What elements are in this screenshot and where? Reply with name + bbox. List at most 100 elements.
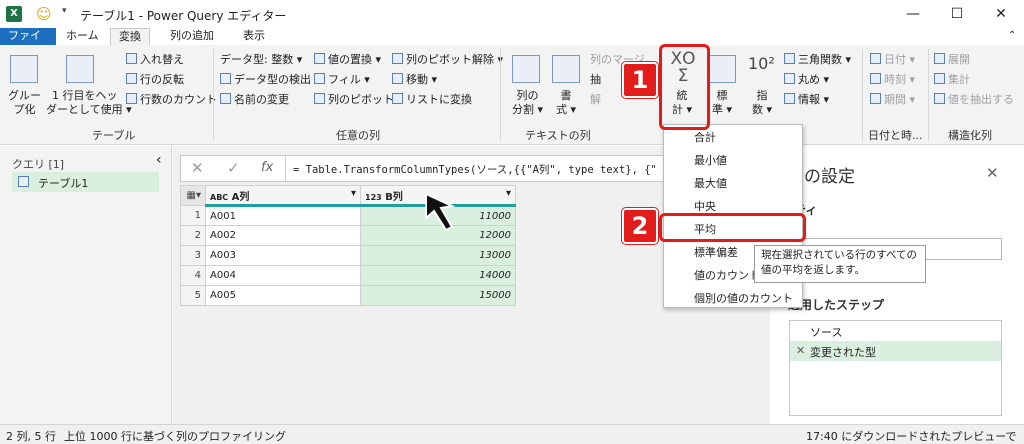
group-label-any-column: 任意の列 <box>336 129 380 142</box>
step-badge-2: 2 <box>622 208 658 244</box>
time-button[interactable]: 時刻 ▾ <box>870 73 915 87</box>
standard-button[interactable]: 標 準 ▾ <box>712 89 732 117</box>
replace-values-button[interactable]: 値の置換 ▾ <box>314 53 381 67</box>
status-profiling[interactable]: 上位 1000 行に基づく列のプロファイリング <box>64 428 286 444</box>
table-row[interactable]: 2 A002 12000 <box>180 225 516 246</box>
format-button[interactable]: 書 式 ▾ <box>556 89 576 117</box>
cell-a[interactable]: A004 <box>205 265 361 286</box>
reverse-rows-icon <box>126 73 137 84</box>
rename-button[interactable]: 名前の変更 <box>220 93 289 107</box>
date-button[interactable]: 日付 ▾ <box>870 53 915 67</box>
queries-panel: クエリ [1] ‹ テーブル1 <box>0 146 172 424</box>
ribbon-separator <box>862 49 863 141</box>
group-label-text-column: テキストの列 <box>525 129 591 142</box>
delete-step-icon[interactable]: ✕ <box>796 344 805 357</box>
fill-button[interactable]: フィル ▾ <box>314 73 370 87</box>
expand-icon <box>934 53 945 64</box>
unpivot-button[interactable]: 列のピボット解除 ▾ <box>392 53 503 67</box>
info-button[interactable]: 情報 ▾ <box>784 93 829 107</box>
detect-type-icon <box>220 73 231 84</box>
cell-b[interactable]: 14000 <box>360 265 516 286</box>
menu-item-min[interactable]: 最小値 <box>694 152 727 168</box>
trig-icon <box>784 53 795 64</box>
tooltip: 現在選択されている行のすべての 値の平均を返します。 <box>754 245 926 283</box>
cancel-formula-icon[interactable]: ✕ <box>191 159 204 177</box>
fx-icon[interactable]: fx <box>261 160 273 175</box>
cell-b[interactable]: 15000 <box>360 285 516 306</box>
first-row-header-button[interactable]: 1 行目をヘッ <box>52 89 118 103</box>
move-button[interactable]: 移動 ▾ <box>392 73 437 87</box>
standard-icon[interactable] <box>708 55 736 83</box>
transpose-button[interactable]: 入れ替え <box>126 53 184 67</box>
tab-add-column[interactable]: 列の追加 <box>162 28 222 45</box>
list-item[interactable]: ✕ 変更された型 <box>790 341 1001 361</box>
expand-button[interactable]: 展開 <box>934 53 970 67</box>
tab-transform[interactable]: 変換 <box>110 28 150 45</box>
table-row[interactable]: 5 A005 15000 <box>180 285 516 306</box>
ribbon-separator <box>928 49 929 141</box>
to-list-button[interactable]: リストに変換 <box>392 93 472 107</box>
formula-input[interactable]: = Table.TransformColumnTypes(ソース,{{"A列",… <box>293 162 657 177</box>
menu-item-sum[interactable]: 合計 <box>694 129 716 145</box>
pivot-button[interactable]: 列のピボット <box>314 93 394 107</box>
first-row-header-button-line2[interactable]: ダーとして使用 ▾ <box>46 103 132 117</box>
extract-values-button[interactable]: 値を抽出する <box>934 93 1014 107</box>
detect-type-button[interactable]: データ型の検出 <box>220 73 311 87</box>
parse-button[interactable]: 解 <box>590 93 601 107</box>
smiley-icon[interactable]: ☺ <box>36 5 52 23</box>
close-icon[interactable]: ✕ <box>986 4 1016 24</box>
column-header-a[interactable]: ABC A列 ▾ <box>205 185 361 207</box>
aggregate-button[interactable]: 集計 <box>934 73 970 87</box>
group-by-icon[interactable] <box>10 55 38 83</box>
table-row[interactable]: 3 A003 13000 <box>180 245 516 266</box>
scientific-button[interactable]: 指 数 ▾ <box>752 89 772 117</box>
maximize-icon[interactable]: ☐ <box>942 4 972 24</box>
first-row-header-icon[interactable] <box>66 55 94 83</box>
format-icon[interactable] <box>552 55 580 83</box>
table-menu-icon[interactable]: ▦▾ <box>180 185 206 206</box>
cell-a[interactable]: A005 <box>205 285 361 306</box>
cell-a[interactable]: A003 <box>205 245 361 266</box>
menu-item-distinct-count[interactable]: 個別の値のカウント <box>694 290 793 306</box>
table-row[interactable]: 1 A001 11000 <box>180 205 516 226</box>
menu-item-count[interactable]: 値のカウント <box>694 267 760 283</box>
duration-button[interactable]: 期間 ▾ <box>870 93 915 107</box>
menu-item-median[interactable]: 中央 <box>694 198 716 214</box>
to-list-icon <box>392 93 403 104</box>
aggregate-icon <box>934 73 945 84</box>
query-item[interactable]: テーブル1 <box>12 172 159 192</box>
tab-view[interactable]: 表示 <box>235 28 273 45</box>
tooltip-line: 現在選択されている行のすべての <box>761 249 918 261</box>
extract-button[interactable]: 抽 <box>590 73 601 87</box>
tab-file[interactable]: ファイル <box>0 28 56 58</box>
rename-icon <box>220 93 231 104</box>
split-column-icon[interactable] <box>512 55 540 83</box>
cell-a[interactable]: A001 <box>205 205 361 226</box>
cell-b[interactable]: 13000 <box>360 245 516 266</box>
reverse-rows-button[interactable]: 行の反転 <box>126 73 184 87</box>
close-settings-icon[interactable]: ✕ <box>986 164 999 182</box>
quick-access-dropdown-icon[interactable]: ▾ <box>62 6 67 16</box>
trig-button[interactable]: 三角関数 ▾ <box>784 53 851 67</box>
filter-dropdown-icon[interactable]: ▾ <box>506 188 511 199</box>
collapse-panel-icon[interactable]: ‹ <box>156 152 162 168</box>
step-label: ソース <box>810 326 843 339</box>
tab-home[interactable]: ホーム <box>58 28 107 45</box>
column-type-icon: 123 <box>365 192 382 202</box>
group-label-datetime: 日付と時... <box>868 129 923 142</box>
count-rows-button[interactable]: 行数のカウント <box>126 93 217 107</box>
list-item[interactable]: ソース <box>790 321 1001 341</box>
data-type-dropdown[interactable]: データ型: 整数 ▾ <box>220 53 302 67</box>
filter-dropdown-icon[interactable]: ▾ <box>351 188 356 199</box>
cell-a[interactable]: A002 <box>205 225 361 246</box>
table-row[interactable]: 4 A004 14000 <box>180 265 516 286</box>
group-by-button[interactable]: グルー プ化 <box>8 89 41 117</box>
split-column-button[interactable]: 列の 分割 ▾ <box>512 89 543 117</box>
highlight-average <box>659 213 806 242</box>
collapse-ribbon-icon[interactable]: ⌃ <box>1008 30 1016 41</box>
rounding-button[interactable]: 丸め ▾ <box>784 73 829 87</box>
menu-item-stddev[interactable]: 標準偏差 <box>694 244 738 260</box>
menu-item-max[interactable]: 最大値 <box>694 175 727 191</box>
minimize-icon[interactable]: — <box>898 4 928 24</box>
commit-formula-icon[interactable]: ✓ <box>227 159 240 177</box>
